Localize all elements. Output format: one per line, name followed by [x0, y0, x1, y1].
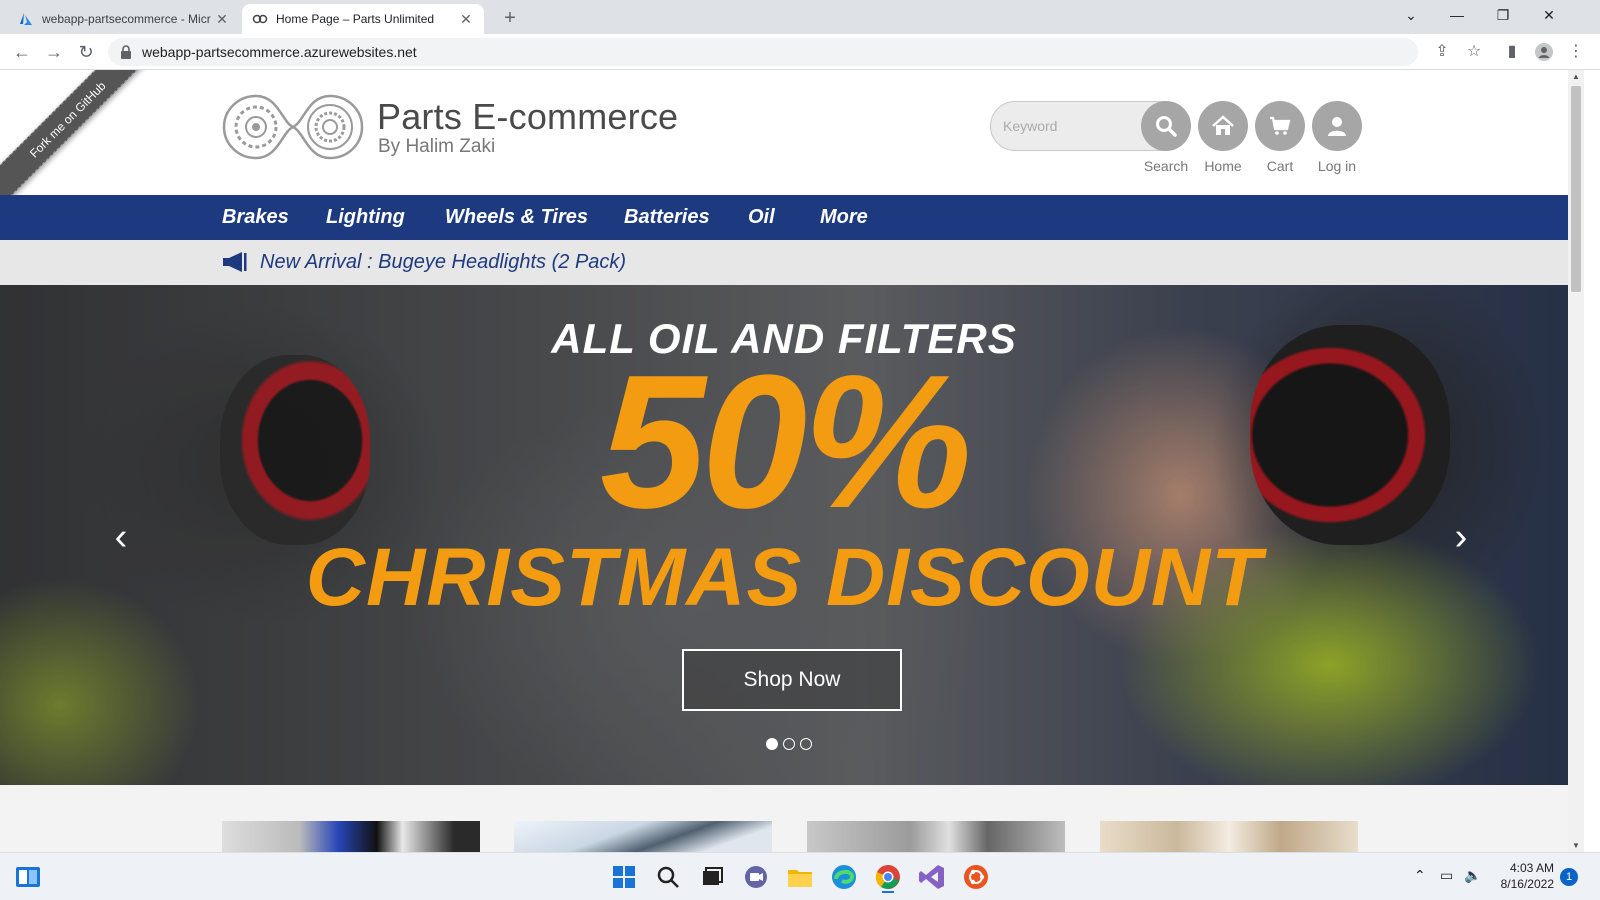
thumbnail-lighting[interactable]	[514, 821, 772, 852]
network-icon[interactable]: ▭	[1440, 867, 1453, 884]
home-icon	[1212, 115, 1234, 135]
notification-badge[interactable]: 1	[1560, 868, 1578, 886]
chrome-icon[interactable]	[872, 861, 904, 893]
file-explorer-icon[interactable]	[784, 861, 816, 893]
close-icon[interactable]: ✕	[214, 11, 230, 28]
link-icon	[252, 14, 268, 24]
nav-item-more[interactable]: More	[820, 206, 868, 229]
carousel-dot[interactable]	[766, 738, 778, 750]
volume-icon[interactable]: 🔈	[1464, 867, 1481, 884]
new-arrival-link[interactable]: New Arrival : Bugeye Headlights (2 Pack)	[260, 251, 626, 274]
tab-title: webapp-partsecommerce - Micr	[42, 12, 211, 26]
widgets-icon[interactable]	[12, 861, 44, 893]
task-view-icon[interactable]	[696, 861, 728, 893]
close-icon[interactable]: ✕	[458, 11, 474, 28]
category-thumbnails	[0, 785, 1568, 852]
thumbnail-batteries[interactable]	[1100, 821, 1358, 852]
nav-item-brakes[interactable]: Brakes	[222, 206, 289, 229]
clock-date: 8/16/2022	[1500, 877, 1554, 891]
scroll-up-icon[interactable]: ▲	[1568, 72, 1584, 81]
carousel-indicators	[766, 738, 812, 750]
lock-icon	[121, 45, 131, 59]
tab-search-chevron-icon[interactable]: ⌄	[1388, 0, 1434, 30]
carousel-dot[interactable]	[783, 738, 795, 750]
ubuntu-icon[interactable]	[960, 861, 992, 893]
nav-item-lighting[interactable]: Lighting	[326, 206, 405, 229]
forward-button[interactable]: →	[42, 40, 66, 64]
search-icon[interactable]	[652, 861, 684, 893]
minimize-button[interactable]: —	[1434, 0, 1480, 30]
brand-title[interactable]: Parts E-commerce	[377, 96, 678, 138]
tab-title: Home Page – Parts Unlimited	[276, 12, 435, 26]
logo-gears-icon	[222, 94, 364, 160]
shop-now-button[interactable]: Shop Now	[682, 649, 902, 711]
bookmark-star-icon[interactable]: ☆	[1462, 40, 1486, 64]
teams-chat-icon[interactable]	[740, 861, 772, 893]
cart-button[interactable]	[1255, 101, 1305, 151]
carousel-prev-icon[interactable]: ‹	[106, 517, 136, 557]
category-nav: Brakes Lighting Wheels & Tires Batteries…	[0, 195, 1568, 240]
megaphone-icon	[223, 252, 247, 272]
hero-carousel: ALL OIL AND FILTERS 50% CHRISTMAS DISCOU…	[0, 285, 1568, 785]
fork-github-ribbon[interactable]: Fork me on GitHub	[0, 70, 152, 204]
taskbar: ⌃ ▭ 🔈 4:03 AM 8/16/2022 1	[0, 852, 1600, 900]
side-panel-icon[interactable]: ▮	[1500, 40, 1524, 64]
restore-button[interactable]: ❐	[1480, 0, 1526, 30]
browser-tab-home[interactable]: Home Page – Parts Unlimited ✕	[242, 4, 484, 34]
nav-item-wheels-tires[interactable]: Wheels & Tires	[445, 206, 588, 229]
home-button[interactable]	[1198, 101, 1248, 151]
profile-icon[interactable]	[1532, 40, 1556, 64]
address-bar[interactable]: webapp-partsecommerce.azurewebsites.net	[108, 38, 1418, 66]
browser-tab-azure[interactable]: webapp-partsecommerce - Micr ✕	[8, 4, 240, 34]
login-label: Log in	[1317, 158, 1357, 174]
browser-tab-bar: webapp-partsecommerce - Micr ✕ Home Page…	[0, 0, 1600, 34]
visual-studio-icon[interactable]	[916, 861, 948, 893]
window-close-button[interactable]: ✕	[1526, 0, 1572, 30]
user-icon	[1328, 117, 1346, 136]
url-text: webapp-partsecommerce.azurewebsites.net	[142, 44, 417, 60]
share-icon[interactable]: ⇪	[1430, 40, 1454, 64]
thumbnail-wheels[interactable]	[807, 821, 1065, 852]
carousel-next-icon[interactable]: ›	[1446, 517, 1476, 557]
browser-toolbar: ← → ↻ webapp-partsecommerce.azurewebsite…	[0, 34, 1600, 70]
clock-time: 4:03 AM	[1509, 861, 1554, 875]
nav-item-oil[interactable]: Oil	[748, 206, 775, 229]
new-tab-button[interactable]: +	[498, 6, 522, 30]
menu-icon[interactable]: ⋮	[1564, 40, 1588, 64]
new-arrival-bar: New Arrival : Bugeye Headlights (2 Pack)	[0, 240, 1568, 285]
search-button[interactable]	[1141, 101, 1191, 151]
carousel-dot[interactable]	[800, 738, 812, 750]
reload-button[interactable]: ↻	[74, 40, 98, 64]
cart-icon	[1270, 116, 1291, 135]
start-icon[interactable]	[608, 861, 640, 893]
nav-item-batteries[interactable]: Batteries	[624, 206, 710, 229]
hero-subheading: CHRISTMAS DISCOUNT	[305, 532, 1263, 623]
back-button[interactable]: ←	[10, 40, 34, 64]
edge-icon[interactable]	[828, 861, 860, 893]
system-clock[interactable]: 4:03 AM 8/16/2022	[1490, 860, 1554, 892]
thumbnail-brakes[interactable]	[222, 821, 480, 852]
page-scrollbar[interactable]: ▲ ▼	[1568, 70, 1584, 852]
login-button[interactable]	[1312, 101, 1362, 151]
search-input[interactable]	[1003, 112, 1133, 140]
azure-icon	[20, 13, 32, 25]
scrollbar-thumb[interactable]	[1571, 86, 1581, 292]
scroll-down-icon[interactable]: ▼	[1568, 841, 1584, 850]
page-viewport: Fork me on GitHub Parts E-commerce By Ha…	[0, 70, 1568, 852]
search-icon	[1156, 116, 1177, 137]
hero-discount: 50%	[599, 336, 972, 548]
tray-chevron-icon[interactable]: ⌃	[1414, 867, 1426, 884]
brand-subtitle: By Halim Zaki	[378, 136, 496, 157]
